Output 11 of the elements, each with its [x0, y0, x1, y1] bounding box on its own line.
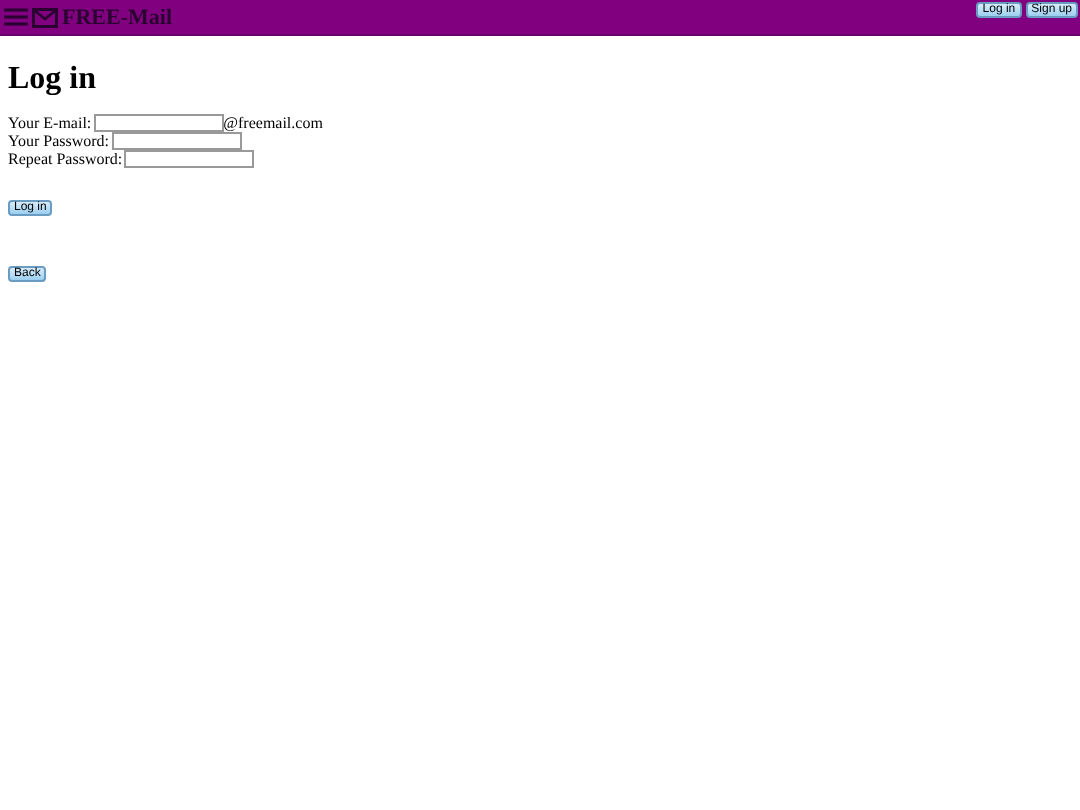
input-field[interactable]: [111, 132, 242, 150]
menu-icon[interactable]: [4, 8, 28, 26]
field-label: Your E-mail:: [8, 114, 92, 132]
field-label: Your Password:: [8, 132, 110, 150]
input-field[interactable]: [124, 150, 255, 168]
envelope-icon: [32, 7, 58, 27]
email-domain: @freemail.com: [223, 114, 323, 132]
brand-name: FREE-Mail: [62, 5, 172, 29]
field-label: Repeat Password:: [8, 150, 123, 168]
input-field[interactable]: [93, 114, 224, 132]
page-title: Log in: [8, 62, 99, 98]
